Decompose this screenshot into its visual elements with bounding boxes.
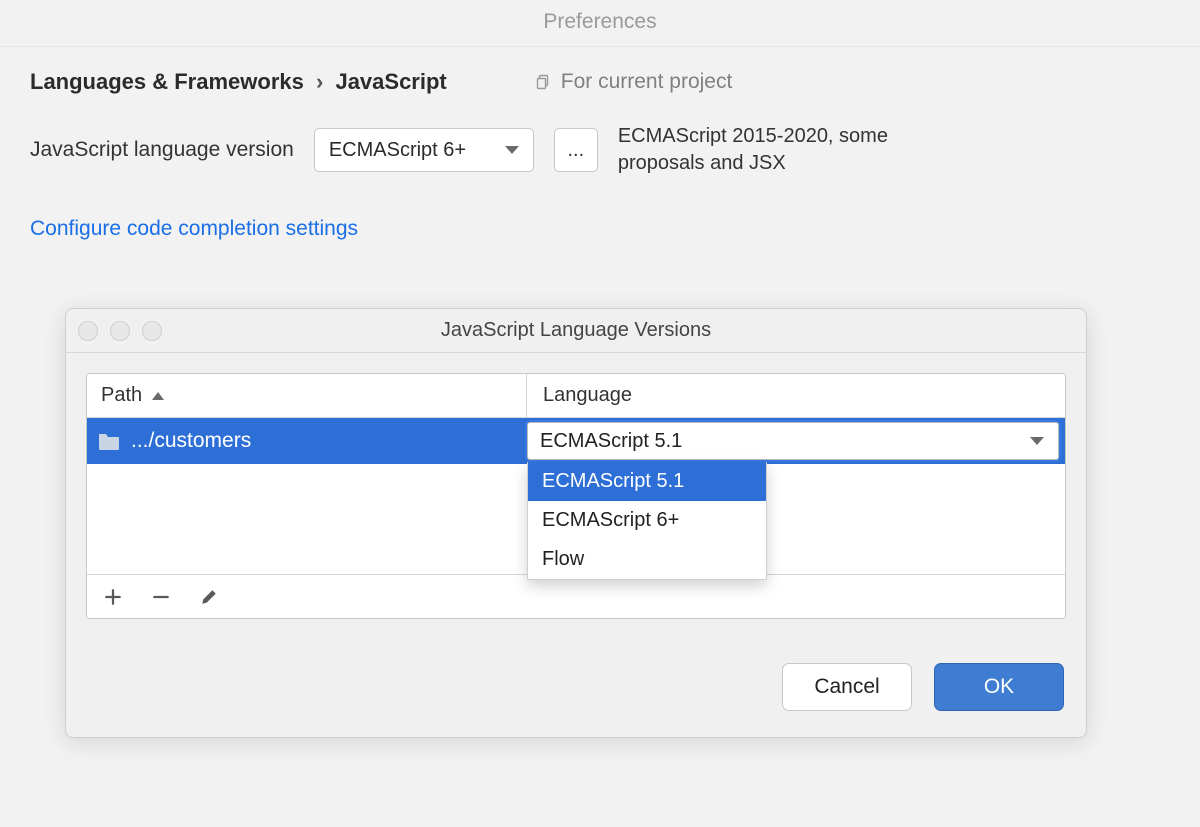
edit-button[interactable] bbox=[199, 587, 219, 607]
breadcrumb-sep: › bbox=[316, 69, 323, 94]
window-zoom-icon[interactable] bbox=[142, 321, 162, 341]
dialog-title: JavaScript Language Versions bbox=[66, 319, 1086, 342]
preferences-content: Languages & Frameworks › JavaScript For … bbox=[0, 47, 1200, 263]
table-header: Path Language bbox=[87, 374, 1065, 418]
dropdown-option[interactable]: ECMAScript 5.1 bbox=[528, 462, 766, 501]
breadcrumb-seg2[interactable]: JavaScript bbox=[335, 69, 446, 94]
project-scope-text: For current project bbox=[561, 70, 733, 94]
row-language-select[interactable]: ECMAScript 5.1 bbox=[527, 422, 1059, 460]
chevron-down-icon bbox=[1030, 437, 1044, 445]
breadcrumb-seg1[interactable]: Languages & Frameworks bbox=[30, 69, 304, 94]
dialog-button-bar: Cancel OK bbox=[66, 639, 1086, 737]
language-version-label: JavaScript language version bbox=[30, 138, 294, 162]
preferences-title: Preferences bbox=[543, 10, 656, 33]
cell-path[interactable]: .../customers bbox=[87, 418, 527, 464]
language-versions-table: Path Language .../customers bbox=[86, 373, 1066, 619]
breadcrumb: Languages & Frameworks › JavaScript bbox=[30, 69, 447, 95]
chevron-down-icon bbox=[505, 146, 519, 154]
language-version-select[interactable]: ECMAScript 6+ bbox=[314, 128, 534, 172]
column-header-language-label: Language bbox=[543, 384, 632, 406]
column-header-path[interactable]: Path bbox=[87, 374, 527, 417]
cancel-button-label: Cancel bbox=[814, 675, 879, 699]
language-versions-dialog: JavaScript Language Versions Path Langua… bbox=[65, 308, 1087, 738]
dropdown-option[interactable]: Flow bbox=[528, 540, 766, 579]
project-scope-icon bbox=[535, 73, 553, 91]
language-version-row: JavaScript language version ECMAScript 6… bbox=[30, 123, 1170, 177]
cell-language: ECMAScript 5.1 ECMAScript 5.1 ECMAScript… bbox=[527, 418, 1065, 464]
language-version-more-button[interactable]: ... bbox=[554, 128, 598, 172]
remove-button[interactable] bbox=[151, 587, 171, 607]
table-toolbar bbox=[87, 574, 1065, 618]
column-header-language[interactable]: Language bbox=[527, 384, 1065, 407]
project-scope-label: For current project bbox=[535, 70, 733, 94]
row-language-selected: ECMAScript 5.1 bbox=[540, 430, 682, 453]
preferences-titlebar: Preferences bbox=[0, 0, 1200, 47]
breadcrumb-row: Languages & Frameworks › JavaScript For … bbox=[30, 69, 1170, 95]
language-version-selected: ECMAScript 6+ bbox=[329, 139, 466, 162]
cell-path-text: .../customers bbox=[131, 429, 251, 453]
row-language-dropdown: ECMAScript 5.1 ECMAScript 6+ Flow bbox=[527, 462, 767, 580]
folder-icon bbox=[97, 431, 121, 451]
sort-ascending-icon bbox=[152, 392, 164, 400]
ok-button[interactable]: OK bbox=[934, 663, 1064, 711]
configure-code-completion-link[interactable]: Configure code completion settings bbox=[30, 217, 358, 241]
ellipsis-icon: ... bbox=[567, 139, 584, 162]
column-header-path-label: Path bbox=[101, 384, 142, 407]
window-close-icon[interactable] bbox=[78, 321, 98, 341]
dialog-titlebar[interactable]: JavaScript Language Versions bbox=[66, 309, 1086, 353]
add-button[interactable] bbox=[103, 587, 123, 607]
window-minimize-icon[interactable] bbox=[110, 321, 130, 341]
window-controls bbox=[78, 321, 162, 341]
ok-button-label: OK bbox=[984, 675, 1014, 699]
dropdown-option[interactable]: ECMAScript 6+ bbox=[528, 501, 766, 540]
language-version-hint: ECMAScript 2015-2020, some proposals and… bbox=[618, 123, 948, 177]
cancel-button[interactable]: Cancel bbox=[782, 663, 912, 711]
dialog-body: Path Language .../customers bbox=[66, 353, 1086, 639]
table-row[interactable]: .../customers ECMAScript 5.1 ECMAScript … bbox=[87, 418, 1065, 464]
